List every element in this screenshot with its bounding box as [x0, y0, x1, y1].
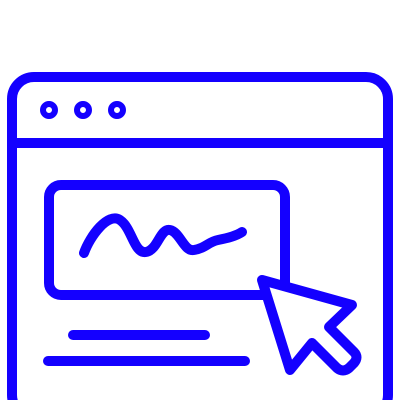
window-control-dot-icon: [40, 101, 58, 119]
browser-signature-click-icon: [7, 72, 393, 400]
signature-scribble-icon: [79, 213, 247, 258]
illustration-stage: [0, 0, 400, 400]
mouse-cursor-icon: [257, 275, 362, 376]
window-control-dot-icon: [74, 101, 92, 119]
window-control-dot-icon: [108, 101, 126, 119]
